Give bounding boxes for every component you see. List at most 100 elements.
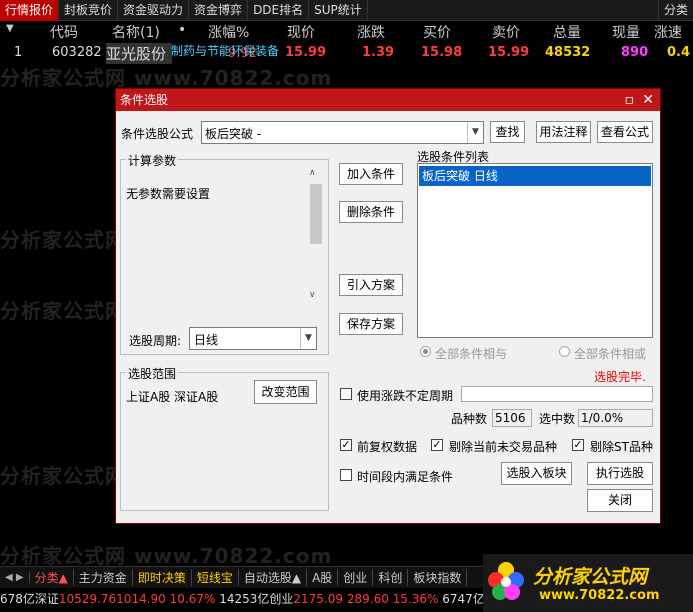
chevron-down-icon[interactable]: ▼ [300, 328, 316, 349]
col-bid[interactable]: 买价 [423, 22, 451, 42]
and-radio[interactable] [420, 346, 431, 357]
scroll-thumb[interactable] [310, 184, 322, 244]
in-period-checkbox[interactable] [340, 469, 352, 481]
stock-screen-dialog: 条件选股 ▫ ✕ 条件选股公式 板后突破 - ▼ 查找 用法注释 查看公式 计算… [115, 88, 661, 524]
hit-label: 选中数 [539, 412, 576, 426]
find-button[interactable]: 查找 [490, 121, 525, 143]
site-logo: 分析家公式网 www.70822.com [483, 554, 693, 612]
count-value: 5106 [492, 409, 532, 427]
view-formula-button[interactable]: 查看公式 [597, 121, 653, 143]
btab-main-funds[interactable]: 主力资金 [74, 569, 133, 586]
btab-sector-index[interactable]: 板块指数 [408, 569, 468, 586]
sort-arrow-icon[interactable]: ▼ [6, 23, 14, 34]
btab-category[interactable]: 分类▲ [30, 569, 74, 586]
row-volume: 48532 [545, 45, 591, 60]
col-change[interactable]: 涨跌 [357, 22, 385, 42]
tab-fund-game[interactable]: 资金博弈 [189, 0, 249, 21]
exclude-non-trading-label: 剔除当前未交易品种 [449, 440, 558, 454]
dialog-titlebar[interactable]: 条件选股 ▫ ✕ [116, 89, 660, 111]
top-tab-bar: 行情报价 封板竞价 资金驱动力 资金博弈 DDE排名 SUP统计 分类 [0, 0, 693, 21]
to-board-button[interactable]: 选股入板块 [501, 462, 572, 485]
btab-instant-decision[interactable]: 即时决策 [133, 569, 192, 586]
tab-category[interactable]: 分类 [657, 0, 693, 21]
status-amount-sz: 14253亿创业 [219, 592, 294, 606]
col-change-pct[interactable]: 涨幅% [208, 22, 249, 42]
col-code[interactable]: 代码 [50, 22, 78, 42]
params-group-title: 计算参数 [126, 152, 179, 169]
status-amount-cy: 6747亿 [442, 592, 485, 606]
no-params-text: 无参数需要设置 [126, 187, 211, 201]
done-status: 选股完毕. [594, 370, 646, 384]
delete-condition-button[interactable]: 删除条件 [339, 201, 403, 223]
tab-sup-stats[interactable]: SUP统计 [309, 0, 368, 21]
row-code: 603282 [52, 45, 102, 60]
col-speed[interactable]: 涨速 [654, 22, 682, 42]
change-range-button[interactable]: 改变范围 [254, 380, 317, 404]
scroll-down-icon[interactable]: ∨ [309, 290, 316, 300]
condition-list[interactable]: 板后突破 日线 [417, 163, 653, 338]
logo-text-cn: 分析家公式网 [533, 566, 648, 588]
dialog-title: 条件选股 [120, 93, 169, 107]
col-cur-volume[interactable]: 现量 [612, 22, 640, 42]
row-name: 亚光股份 [106, 43, 172, 64]
minimize-icon[interactable]: ▫ [625, 89, 635, 111]
btab-chinext[interactable]: 创业 [338, 569, 374, 586]
exclude-st-checkbox[interactable]: ✓ [572, 439, 584, 451]
flower-logo-icon [487, 560, 525, 604]
tab-dde-rank[interactable]: DDE排名 [248, 0, 310, 21]
variable-period-checkbox[interactable] [340, 388, 352, 400]
col-name[interactable]: 名称(1) [112, 22, 160, 42]
btab-star[interactable]: 科创 [373, 569, 409, 586]
hit-value: 1/0.0% [578, 409, 653, 427]
watermark: 分析家公式网 www.70822.com [0, 544, 333, 568]
chevron-down-icon[interactable]: ▼ [467, 122, 483, 143]
nav-arrows-icon[interactable]: ◀ ▶ [0, 572, 30, 583]
row-change: 1.39 [362, 45, 395, 60]
formula-value: 板后突破 - [205, 127, 262, 141]
usage-button[interactable]: 用法注释 [536, 121, 591, 143]
quote-table-header: ▼ 代码 名称(1) • 涨幅% 现价 涨跌 买价 卖价 总量 现量 涨速 [0, 21, 693, 41]
exclude-st-label: 剔除ST品种 [590, 440, 653, 454]
import-plan-button[interactable]: 引入方案 [339, 274, 403, 296]
close-button[interactable]: 关闭 [587, 489, 653, 512]
row-bid: 15.98 [421, 45, 463, 60]
tab-quotes[interactable]: 行情报价 [0, 0, 60, 21]
row-speed: 0.4 [667, 45, 691, 60]
list-item[interactable]: 板后突破 日线 [419, 166, 651, 186]
status-amount-sh: 678亿深证 [0, 592, 59, 606]
status-cy-pct: 15.36% [392, 592, 439, 606]
variable-period-input[interactable] [461, 386, 653, 402]
or-label: 全部条件相或 [574, 347, 647, 361]
scroll-up-icon[interactable]: ∧ [309, 168, 316, 178]
range-value: 上证A股 深证A股 [126, 390, 219, 404]
exclude-non-trading-checkbox[interactable]: ✓ [431, 439, 443, 451]
period-select[interactable]: 日线 ▼ [189, 327, 317, 350]
in-period-label: 时间段内满足条件 [357, 470, 454, 484]
pre-adjust-checkbox[interactable]: ✓ [340, 439, 352, 451]
row-cur-volume: 890 [621, 45, 649, 60]
params-scrollbar[interactable]: ∧ ∨ [309, 168, 323, 303]
col-ask[interactable]: 卖价 [492, 22, 520, 42]
col-price[interactable]: 现价 [287, 22, 315, 42]
add-condition-button[interactable]: 加入条件 [339, 163, 403, 185]
or-radio[interactable] [559, 346, 570, 357]
col-volume[interactable]: 总量 [553, 22, 581, 42]
and-label: 全部条件相与 [435, 347, 508, 361]
formula-label: 条件选股公式 [121, 127, 194, 141]
period-value: 日线 [194, 333, 219, 347]
status-cy-change: 289.60 [346, 592, 389, 606]
execute-button[interactable]: 执行选股 [587, 462, 653, 485]
formula-select[interactable]: 板后突破 - ▼ [201, 121, 484, 144]
btab-short-line[interactable]: 短线宝 [192, 569, 239, 586]
row-price: 15.99 [285, 45, 327, 60]
btab-auto-screen[interactable]: 自动选股▲ [239, 569, 308, 586]
table-row[interactable]: 1 603282 亚光股份 9.92 制药与节能环保装备 15.99 1.39 … [0, 42, 693, 64]
btab-a-share[interactable]: A股 [307, 569, 339, 586]
variable-period-label: 使用涨跌不定周期 [357, 389, 454, 403]
pre-adjust-label: 前复权数据 [357, 440, 418, 454]
close-icon[interactable]: ✕ [642, 89, 654, 111]
save-plan-button[interactable]: 保存方案 [339, 313, 403, 335]
tab-limit-bid[interactable]: 封板竞价 [59, 0, 119, 21]
status-sz-index: 10529.76 [58, 592, 117, 606]
tab-fund-drive[interactable]: 资金驱动力 [118, 0, 190, 21]
